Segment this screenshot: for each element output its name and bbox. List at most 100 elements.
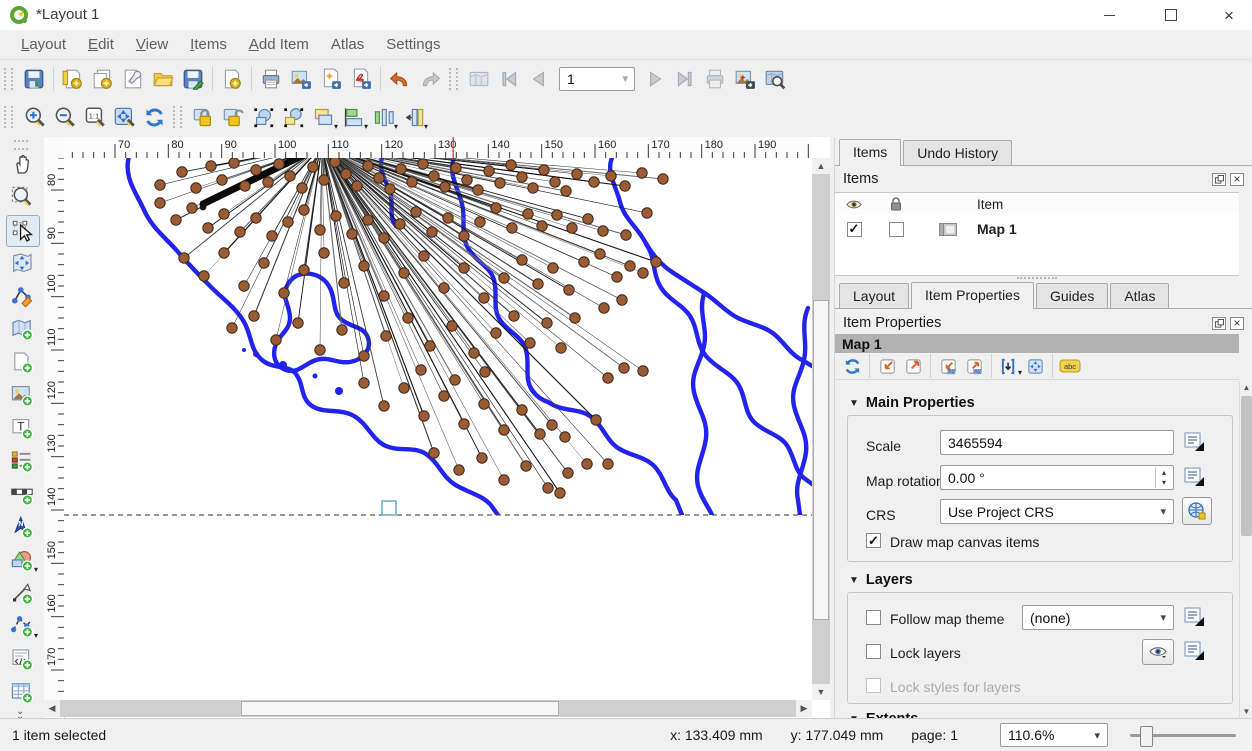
edit-nodes-tool-button[interactable] (6, 281, 38, 311)
set-map-extent-button[interactable] (900, 354, 926, 378)
atlas-settings-button[interactable] (464, 64, 494, 94)
canvas-vertical-scrollbar[interactable]: ▲ ▼ (812, 158, 830, 700)
menu-item-settings[interactable]: Settings (375, 32, 451, 57)
ungroup-items-button[interactable] (278, 102, 308, 132)
scroll-right-icon[interactable]: ▶ (796, 700, 812, 717)
toolbar-drag-handle[interactable] (449, 68, 458, 90)
add-legend-button[interactable] (6, 446, 38, 476)
move-content-tool-button[interactable] (6, 248, 38, 278)
add-html-button[interactable] (6, 644, 38, 674)
toolbar-drag-handle[interactable] (4, 68, 13, 90)
item-visibility-checkbox[interactable]: ✓ (847, 222, 862, 237)
layout-manager-button[interactable] (118, 64, 148, 94)
set-extent-to-scale-button[interactable]: 123 (935, 354, 961, 378)
minimize-button[interactable] (1086, 0, 1132, 30)
draw-canvas-items-checkbox[interactable]: ✓ (866, 533, 881, 548)
save-as-template-button[interactable] (178, 64, 208, 94)
atlas-previous-feature-button[interactable] (524, 64, 554, 94)
layout-canvas[interactable] (64, 158, 812, 700)
zoom-slider-handle[interactable] (1140, 726, 1153, 747)
menu-item-view[interactable]: View (125, 32, 179, 57)
theme-data-defined-button[interactable] (1182, 606, 1208, 630)
menu-item-layout[interactable]: Layout (10, 32, 77, 57)
add-shape-button[interactable]: ▾ (6, 545, 38, 575)
group-items-button[interactable] (248, 102, 278, 132)
preview-atlas-button[interactable] (760, 64, 790, 94)
export-svg-button[interactable] (316, 64, 346, 94)
scale-input[interactable]: 3465594 (940, 430, 1174, 455)
scroll-down-icon[interactable]: ▼ (812, 684, 830, 700)
atlas-next-feature-button[interactable] (640, 64, 670, 94)
raise-items-button[interactable]: ▾ (308, 102, 338, 132)
atlas-feature-combo[interactable]: 1 ▾ (559, 67, 635, 91)
properties-scrollbar[interactable]: ▲ ▼ (1239, 381, 1252, 718)
add-scalebar-button[interactable] (6, 479, 38, 509)
refresh-view-button[interactable] (139, 102, 169, 132)
menu-item-atlas[interactable]: Atlas (320, 32, 375, 57)
zoom-full-button[interactable] (109, 102, 139, 132)
add-pages-button[interactable] (217, 64, 247, 94)
atlas-first-feature-button[interactable] (494, 64, 524, 94)
toolbar-drag-handle[interactable] (4, 106, 13, 128)
redo-button[interactable] (415, 64, 445, 94)
export-pdf-button[interactable] (346, 64, 376, 94)
float-panel-icon[interactable] (1212, 317, 1226, 330)
rotation-data-defined-button[interactable] (1182, 466, 1208, 490)
layers-section-header[interactable]: ▼ Layers (849, 572, 913, 588)
align-items-button[interactable]: ▾ (338, 102, 368, 132)
select-crs-button[interactable] (1182, 497, 1212, 525)
add-north-arrow-button[interactable]: N (6, 512, 38, 542)
add-node-item-button[interactable]: ▾ (6, 611, 38, 641)
zoom-slider[interactable] (1130, 734, 1236, 737)
crs-combo[interactable]: Use Project CRS ▾ (940, 499, 1174, 524)
tab-guides[interactable]: Guides (1036, 283, 1108, 308)
add-map-button[interactable] (6, 314, 38, 344)
menu-item-add-item[interactable]: Add Item (238, 32, 320, 57)
print-button[interactable] (256, 64, 286, 94)
map-theme-combo[interactable]: (none) ▾ (1022, 605, 1174, 630)
item-lock-checkbox[interactable] (889, 222, 904, 237)
atlas-last-feature-button[interactable] (670, 64, 700, 94)
pan-tool-button[interactable] (6, 149, 38, 179)
interactive-extent-button[interactable]: ▾ (996, 354, 1022, 378)
refresh-map-button[interactable] (839, 354, 865, 378)
print-atlas-button[interactable] (700, 64, 730, 94)
close-panel-icon[interactable]: × (1230, 173, 1244, 186)
layer-visibility-eye-button[interactable] (1142, 639, 1174, 665)
lock-layers-data-defined-button[interactable] (1182, 640, 1208, 664)
canvas-horizontal-scrollbar[interactable]: ◀ ▶ (44, 700, 812, 717)
menu-item-items[interactable]: Items (179, 32, 238, 57)
scroll-up-icon[interactable]: ▲ (1240, 381, 1252, 394)
export-image-button[interactable] (286, 64, 316, 94)
scroll-left-icon[interactable]: ◀ (44, 700, 60, 717)
distribute-items-button[interactable]: ▾ (368, 102, 398, 132)
add-picture-button[interactable] (6, 380, 38, 410)
follow-map-theme-checkbox[interactable] (866, 610, 881, 625)
items-list-row-map1[interactable]: ✓ Map 1 (835, 215, 1239, 241)
toolbar-drag-handle[interactable] (173, 106, 182, 128)
view-extent-in-canvas-button[interactable]: 123 (961, 354, 987, 378)
float-panel-icon[interactable] (1212, 173, 1226, 186)
zoom-actual-button[interactable]: 1:1 (79, 102, 109, 132)
add-3d-map-button[interactable] (6, 347, 38, 377)
main-properties-section-header[interactable]: ▼ Main Properties (849, 395, 975, 411)
properties-scroll-thumb[interactable] (1241, 396, 1252, 536)
map-item[interactable] (64, 158, 812, 700)
export-atlas-image-button[interactable] (730, 64, 760, 94)
zoom-to-map-extent-button[interactable] (874, 354, 900, 378)
zoom-level-combo[interactable]: 110.6% ▾ (1000, 723, 1108, 747)
vertical-scroll-thumb[interactable] (813, 300, 829, 620)
close-button[interactable]: × (1206, 0, 1252, 30)
spin-buttons[interactable]: ▴▾ (1155, 467, 1172, 488)
maximize-button[interactable] (1148, 0, 1194, 30)
zoom-tool-button[interactable] (6, 182, 38, 212)
move-map-content-button[interactable] (1022, 354, 1048, 378)
lock-items-button[interactable] (188, 102, 218, 132)
tab-items[interactable]: Items (839, 139, 901, 166)
add-attribute-table-button[interactable] (6, 677, 38, 707)
duplicate-layout-button[interactable] (88, 64, 118, 94)
tab-item-properties[interactable]: Item Properties (911, 282, 1034, 309)
map-rotation-spinbox[interactable]: 0.00 ° ▴▾ (940, 465, 1174, 490)
labeling-settings-button[interactable]: abc (1057, 354, 1083, 378)
tab-atlas[interactable]: Atlas (1110, 283, 1169, 308)
